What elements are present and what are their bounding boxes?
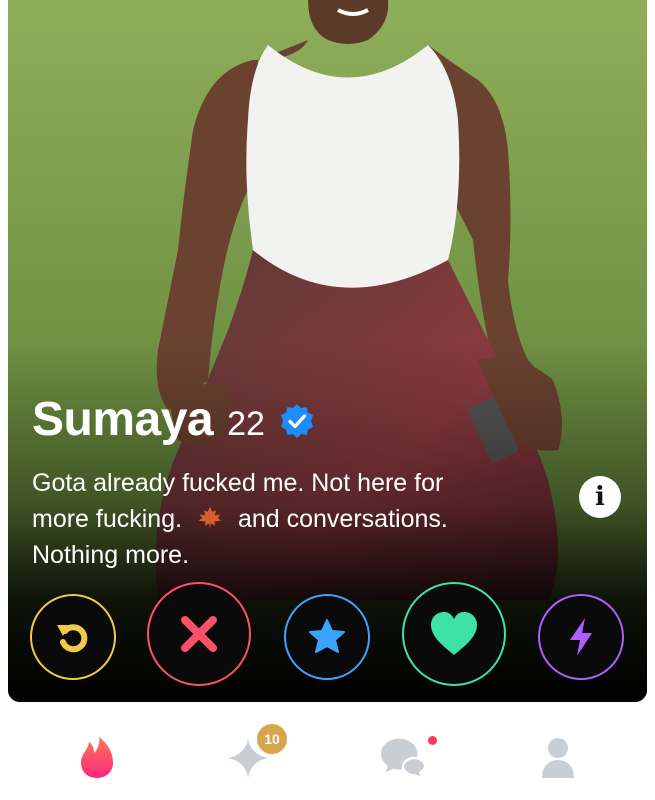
profile-card[interactable]: Sumaya 22 Gota already fucked me. Not he… [8,0,647,702]
bolt-icon [570,618,592,656]
nav-discover[interactable] [73,734,121,782]
maple-leaf-icon [198,506,222,530]
bio-line: Nothing more. [32,541,190,569]
rewind-button[interactable] [30,594,116,680]
profile-age: 22 [227,405,265,443]
close-icon [181,616,217,652]
verified-badge-icon [280,403,313,438]
rewind-icon [57,624,88,653]
action-bar [8,582,647,686]
person-icon [542,738,574,778]
chat-bubbles-icon [380,738,427,780]
bio-line: more fucking. and conversations. [32,505,448,533]
bio-line: Gota already fucked me. Not here for [32,469,444,497]
nav-profile[interactable] [534,734,582,782]
boost-button[interactable] [538,594,624,680]
nope-button[interactable] [147,582,251,686]
super-like-button[interactable] [284,594,370,680]
flame-icon [81,737,113,778]
bottom-nav [0,712,655,800]
star-icon [309,619,345,653]
nav-messages[interactable] [380,734,428,782]
gold-count-badge: 10 [255,722,289,756]
info-button[interactable]: i [579,476,621,518]
new-message-dot [428,736,437,745]
profile-info[interactable]: Sumaya 22 Gota already fucked me. Not he… [32,392,552,573]
heart-icon [431,612,477,655]
profile-name: Sumaya [32,393,214,446]
profile-bio: Gota already fucked me. Not here for mor… [32,465,552,573]
like-button[interactable] [402,582,506,686]
